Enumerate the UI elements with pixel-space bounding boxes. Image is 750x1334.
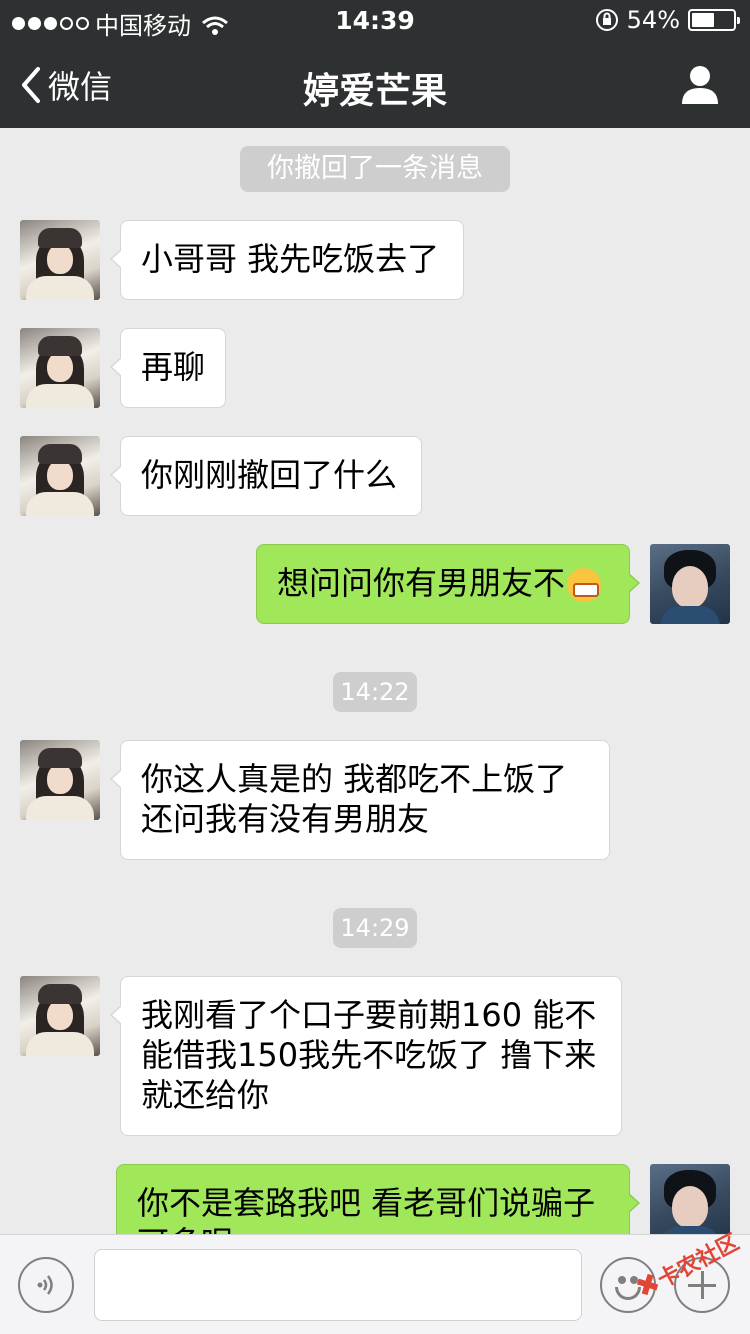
battery-percent: 54% [626, 6, 680, 34]
contact-avatar[interactable] [20, 328, 100, 408]
status-bar: 中国移动 14:39 54% [0, 0, 750, 40]
grimacing-emoji-icon [567, 568, 602, 602]
message-text: 想问问你有男朋友不 [277, 564, 566, 602]
message-bubble-incoming[interactable]: 你刚刚撤回了什么 [110, 436, 422, 516]
message-bubble-incoming[interactable]: 小哥哥 我先吃饭去了 [110, 220, 464, 300]
timestamp: 14:29 [333, 908, 417, 948]
message-bubble-incoming[interactable]: 再聊 [110, 328, 226, 408]
contact-avatar[interactable] [20, 976, 100, 1056]
contact-avatar[interactable] [20, 740, 100, 820]
message-line: 你这人真是的 我都吃不上饭了 [141, 760, 568, 798]
battery-icon [688, 9, 740, 31]
my-avatar[interactable] [650, 544, 730, 624]
chat-title: 婷爱芒果 [302, 71, 447, 112]
message-line: 你不是套路我吧 看老哥们说骗子 [137, 1184, 596, 1222]
message-bubble-incoming[interactable]: 我刚看了个口子要前期160 能不 能借我150我先不吃饭了 撸下来 就还给你 [110, 976, 622, 1136]
chat-area[interactable]: 你撤回了一条消息 小哥哥 我先吃饭去了 再聊 你刚刚撤回了什么 想问问你有男朋友… [0, 128, 750, 1234]
nav-bar: 微信 婷爱芒果 [0, 40, 750, 128]
message-bubble-outgoing[interactable]: 你不是套路我吧 看老哥们说骗子 可多呢 [116, 1164, 640, 1234]
rotation-lock-icon [595, 9, 618, 31]
message-bubble-incoming[interactable]: 你这人真是的 我都吃不上饭了 还问我有没有男朋友 [110, 740, 610, 860]
message-line: 可多呢 [137, 1223, 609, 1234]
recall-notice: 你撤回了一条消息 [240, 146, 510, 192]
message-line: 能借我150我先不吃饭了 撸下来 [141, 1036, 597, 1074]
message-bubble-outgoing[interactable]: 想问问你有男朋友不 [256, 544, 640, 624]
message-input[interactable] [94, 1249, 582, 1321]
timestamp: 14:22 [333, 672, 417, 712]
voice-icon[interactable] [18, 1257, 74, 1313]
contact-avatar[interactable] [20, 436, 100, 516]
status-right: 54% [595, 6, 740, 34]
my-avatar[interactable] [650, 1164, 730, 1234]
person-icon[interactable] [680, 64, 720, 104]
message-line: 还问我有没有男朋友 [141, 800, 430, 838]
message-line: 就还给你 [141, 1076, 270, 1114]
contact-avatar[interactable] [20, 220, 100, 300]
message-line: 我刚看了个口子要前期160 能不 [141, 996, 597, 1034]
